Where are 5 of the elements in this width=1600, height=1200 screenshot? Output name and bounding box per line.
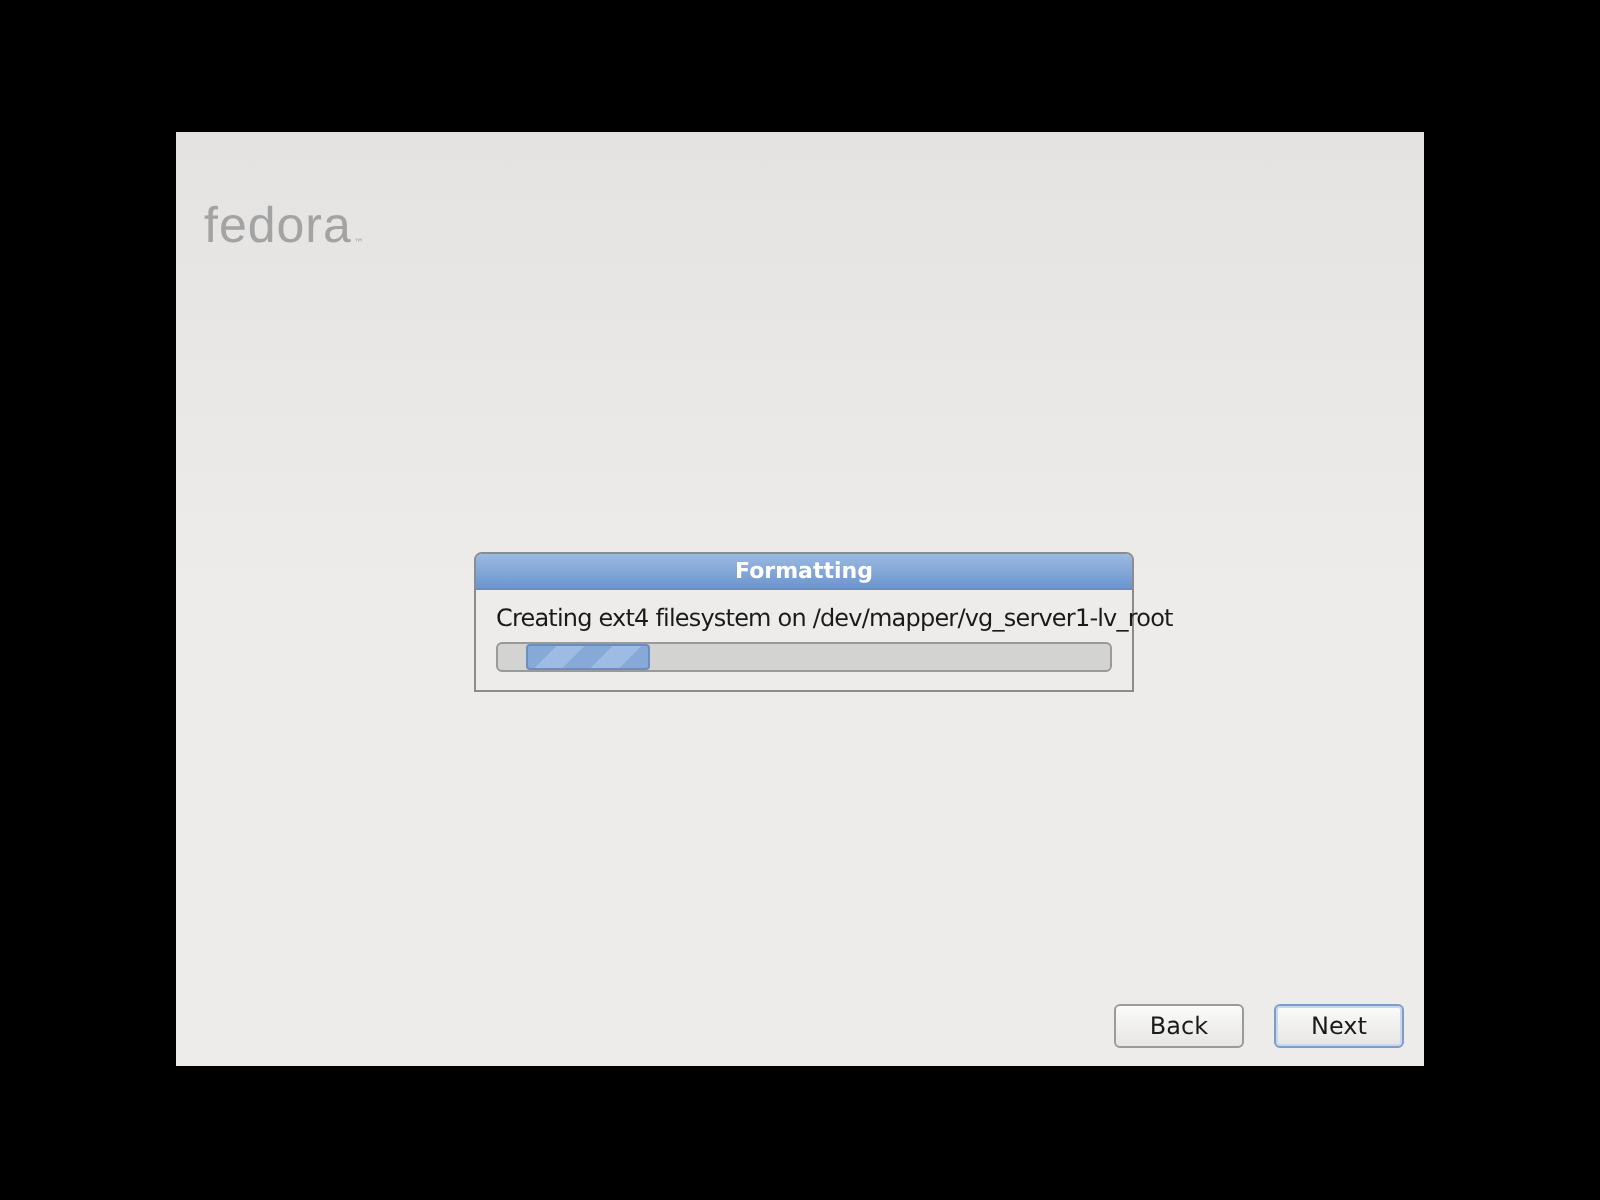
wizard-button[interactable]: Next [1274, 1004, 1404, 1048]
wizard-button[interactable]: Back [1114, 1004, 1244, 1048]
dialog-title-bar: Formatting [476, 554, 1132, 590]
status-message: Creating ext4 filesystem on /dev/mapper/vg_server1-lv_root [496, 602, 1173, 634]
logo-text: fedora [204, 202, 352, 252]
